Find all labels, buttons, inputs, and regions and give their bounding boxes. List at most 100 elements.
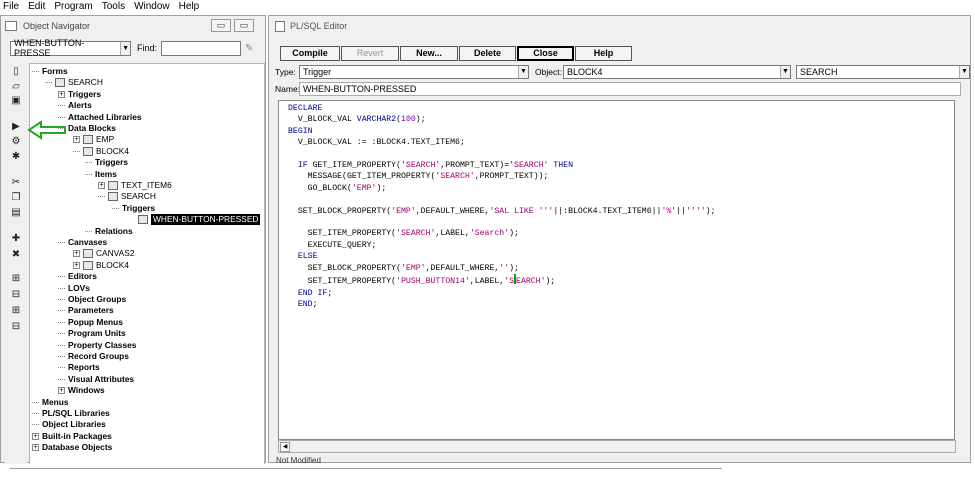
- save-icon[interactable]: ▣: [9, 95, 23, 107]
- tree-node[interactable]: SEARCH: [45, 77, 103, 88]
- chevron-down-icon[interactable]: ▼: [959, 65, 969, 78]
- collapse-icon[interactable]: ⊟: [9, 289, 23, 301]
- compile-icon[interactable]: ⚙: [9, 136, 23, 148]
- type-value: Trigger: [303, 66, 332, 77]
- tree-node[interactable]: Items: [85, 169, 117, 180]
- plsql-editor-window: PL/SQL Editor Compile Revert New... Delete C…: [268, 15, 971, 465]
- expand-icon[interactable]: +: [58, 90, 65, 98]
- paste-icon[interactable]: ▤: [9, 207, 23, 219]
- tree-node[interactable]: SEARCH: [98, 191, 156, 202]
- tree-node[interactable]: Reports: [58, 362, 100, 373]
- vertical-scrollbar[interactable]: [956, 100, 968, 453]
- tree-node[interactable]: Attached Libraries: [58, 112, 142, 123]
- tree-node[interactable]: PL/SQL Libraries: [32, 408, 110, 419]
- tree-node[interactable]: Program Units: [58, 328, 126, 339]
- minimize-button[interactable]: ▭: [211, 19, 231, 32]
- tree-node[interactable]: + CANVAS2: [73, 248, 134, 259]
- tree-node[interactable]: Editors: [58, 271, 97, 282]
- expand-icon[interactable]: +: [73, 250, 80, 258]
- collapse-all-icon[interactable]: ⊟: [9, 321, 23, 333]
- expand-icon[interactable]: +: [32, 432, 39, 440]
- expand-icon[interactable]: +: [73, 136, 80, 144]
- name-field[interactable]: WHEN-BUTTON-PRESSED: [299, 82, 961, 96]
- copy-icon[interactable]: ❐: [9, 192, 23, 204]
- tree-node[interactable]: + Built-in Packages: [32, 431, 112, 442]
- canvas-icon: [83, 249, 93, 259]
- tree-node[interactable]: Visual Attributes: [58, 374, 134, 385]
- green-arrow-annotation: [27, 120, 66, 140]
- tree-node[interactable]: Object Libraries: [32, 419, 106, 430]
- bottom-scrollbar[interactable]: [0, 464, 975, 482]
- tree-node[interactable]: Popup Menus: [58, 317, 123, 328]
- horizontal-scrollbar[interactable]: ◀: [278, 440, 956, 453]
- code-editor[interactable]: DECLARE V_BLOCK_VAL VARCHAR2(100); BEGIN…: [278, 100, 955, 440]
- tree-node[interactable]: WHEN-BUTTON-PRESSED: [138, 214, 261, 226]
- tree-node[interactable]: Canvases: [58, 237, 107, 248]
- chevron-down-icon[interactable]: ▼: [518, 65, 528, 78]
- chevron-down-icon[interactable]: ▼: [120, 41, 130, 55]
- expand-icon[interactable]: +: [73, 261, 80, 269]
- run-icon[interactable]: ▶: [9, 121, 23, 133]
- navigator-titlebar: Object Navigator ▭ ▭: [1, 16, 265, 36]
- scroll-track[interactable]: [10, 468, 722, 469]
- scroll-left-icon[interactable]: ◀: [280, 442, 290, 452]
- tree-node[interactable]: BLOCK4: [73, 146, 129, 157]
- tree-node[interactable]: + EMP: [73, 134, 114, 145]
- find-clear-icon[interactable]: ✎: [245, 43, 253, 54]
- chevron-down-icon[interactable]: ▼: [780, 65, 790, 78]
- tree-node[interactable]: + Database Objects: [32, 442, 112, 453]
- menu-window[interactable]: Window: [134, 1, 170, 12]
- tree-node[interactable]: LOVs: [58, 283, 90, 294]
- delete-button[interactable]: Delete: [459, 46, 516, 61]
- expand-icon[interactable]: +: [32, 444, 39, 452]
- editor-titlebar: PL/SQL Editor: [269, 16, 970, 36]
- tree-node[interactable]: Menus: [32, 397, 69, 408]
- tree-node[interactable]: Record Groups: [58, 351, 129, 362]
- object2-select[interactable]: SEARCH ▼: [796, 64, 970, 79]
- object-select[interactable]: BLOCK4 ▼: [563, 64, 791, 79]
- delete-icon[interactable]: ✖: [9, 249, 23, 261]
- code-text[interactable]: DECLARE V_BLOCK_VAL VARCHAR2(100); BEGIN…: [288, 103, 716, 310]
- menu-file[interactable]: File: [3, 1, 19, 12]
- type-select[interactable]: Trigger ▼: [299, 64, 529, 79]
- open-icon[interactable]: ▱: [9, 81, 23, 93]
- compile-button[interactable]: Compile: [280, 46, 340, 61]
- expand-icon[interactable]: +: [58, 387, 65, 395]
- name-value: WHEN-BUTTON-PRESSED: [303, 84, 417, 94]
- expand-icon[interactable]: ⊞: [9, 273, 23, 285]
- close-button[interactable]: Close: [517, 46, 574, 61]
- cut-icon[interactable]: ✂: [9, 177, 23, 189]
- new-icon[interactable]: ▯: [9, 66, 23, 78]
- help-button[interactable]: Help: [575, 46, 632, 61]
- find-input[interactable]: [161, 40, 242, 56]
- menu-edit[interactable]: Edit: [28, 1, 45, 12]
- new-button[interactable]: New...: [400, 46, 458, 61]
- navigator-location-select[interactable]: WHEN-BUTTON-PRESSE ▼: [10, 38, 131, 58]
- tree-node[interactable]: Forms: [32, 66, 68, 77]
- tree-node[interactable]: + Triggers: [58, 89, 101, 100]
- debug-icon[interactable]: ✱: [9, 151, 23, 163]
- maximize-button[interactable]: ▭: [234, 19, 254, 32]
- tree-node[interactable]: + Windows: [58, 385, 105, 396]
- tree-node[interactable]: + BLOCK4: [73, 260, 129, 271]
- tree-node[interactable]: + TEXT_ITEM6: [98, 180, 172, 191]
- tree-node[interactable]: Alerts: [58, 100, 92, 111]
- menu-help[interactable]: Help: [179, 1, 200, 12]
- tree-node[interactable]: Object Groups: [58, 294, 126, 305]
- expand-icon[interactable]: +: [98, 182, 105, 189]
- tree-node[interactable]: Parameters: [58, 305, 114, 316]
- tree-node[interactable]: Relations: [85, 226, 133, 237]
- menu-program[interactable]: Program: [54, 1, 92, 12]
- tree-node[interactable]: Property Classes: [58, 340, 136, 351]
- tree-node[interactable]: Triggers: [112, 203, 155, 214]
- tree-node[interactable]: Triggers: [85, 157, 128, 168]
- tree-node-label: BLOCK4: [96, 145, 130, 156]
- tree-connector-icon: [32, 401, 39, 403]
- tree-node-label: Triggers: [122, 202, 156, 213]
- button-icon: [108, 192, 118, 202]
- menu-tools[interactable]: Tools: [102, 1, 125, 12]
- tree-node-label: Object Libraries: [42, 419, 106, 430]
- revert-button[interactable]: Revert: [341, 46, 399, 61]
- expand-all-icon[interactable]: ⊞: [9, 305, 23, 317]
- create-icon[interactable]: ✚: [9, 233, 23, 245]
